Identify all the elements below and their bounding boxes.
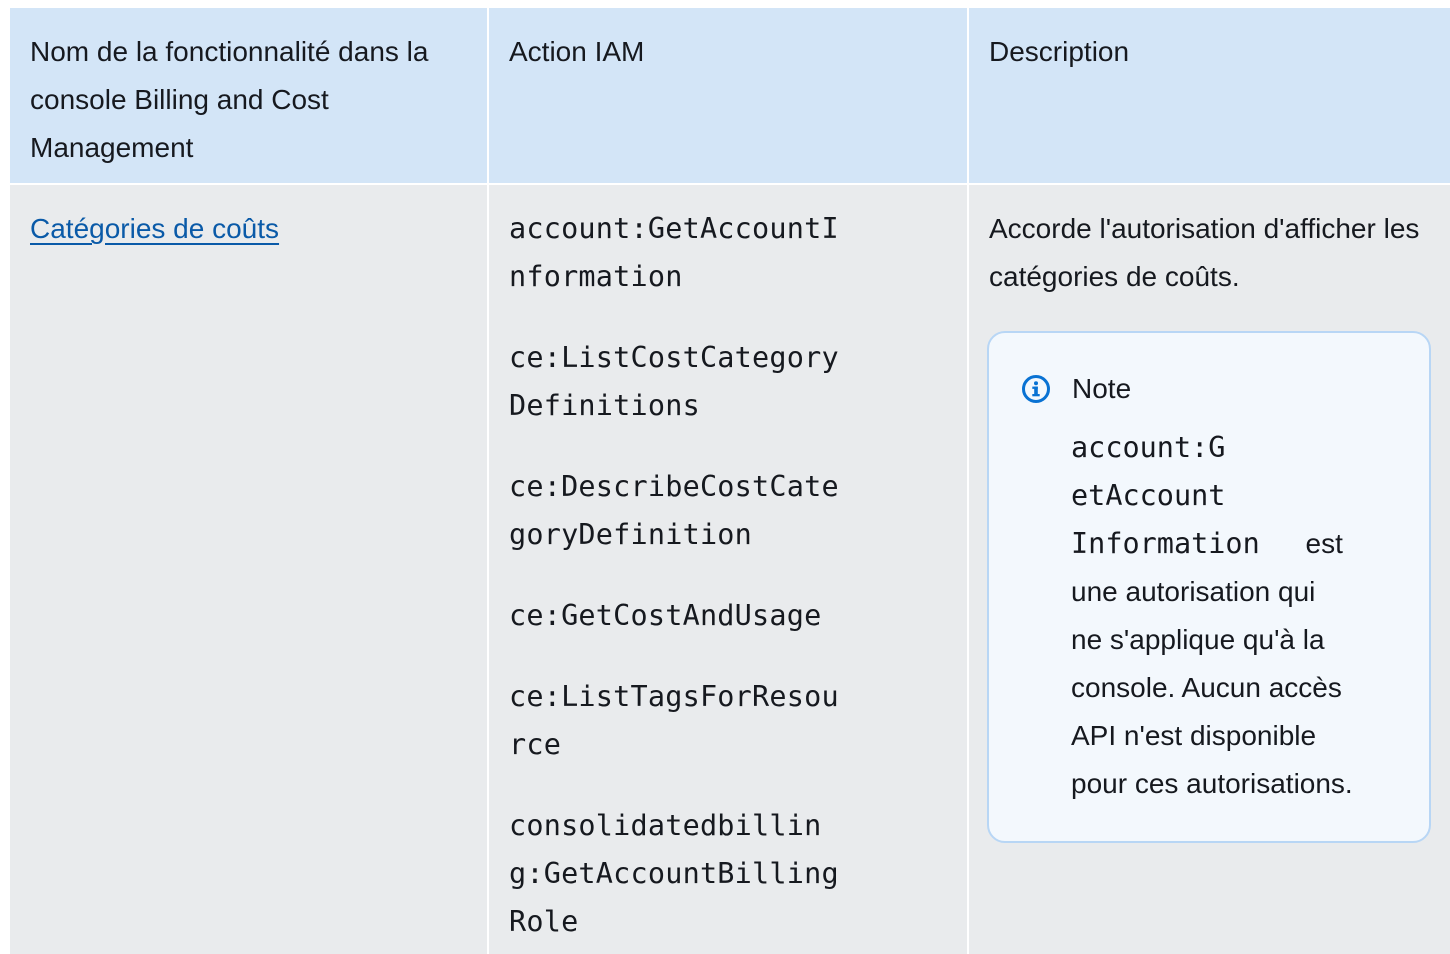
iam-action-item: ce:DescribeCostCategoryDefinition [509, 470, 839, 551]
description-text: Accorde l'autorisation d'afficher les ca… [989, 213, 1420, 292]
note-box: Note account:G etAccount Information est… [987, 331, 1431, 843]
note-text-line: est [1305, 528, 1343, 559]
table-header-feature: Nom de la fonctionnalité dans la console… [10, 8, 489, 185]
header-description-label: Description [989, 36, 1130, 67]
note-text-line: une autorisation qui [1071, 576, 1316, 607]
note-body: account:G etAccount Information est une … [1071, 424, 1391, 808]
note-mixed-line: Information est [1071, 520, 1391, 568]
note-text-line: ne s'applique qu'à la [1071, 624, 1325, 655]
note-text-line: console. Aucun accès [1071, 672, 1342, 703]
note-title: Note [1072, 373, 1132, 404]
note-header: Note [1021, 369, 1131, 409]
table-cell-feature: Catégories de coûts [10, 185, 489, 954]
table-header-iam-action: Action IAM [489, 8, 969, 185]
table-header-description: Description [969, 8, 1450, 185]
iam-action-item: consolidatedbilling:GetAccountBillingRol… [509, 809, 839, 938]
cost-categories-link[interactable]: Catégories de coûts [30, 213, 279, 244]
iam-action-item: ce:ListCostCategoryDefinitions [509, 341, 839, 422]
note-code-line: etAccount [1071, 479, 1226, 512]
note-code-line: account:G [1071, 431, 1226, 464]
iam-action-item: ce:ListTagsForResource [509, 680, 839, 761]
note-text-line: pour ces autorisations. [1071, 768, 1353, 799]
iam-action-item: account:GetAccountInformation [509, 212, 839, 293]
info-circle-icon [1021, 374, 1051, 404]
header-iam-action-label: Action IAM [509, 36, 645, 67]
iam-action-item: ce:GetCostAndUsage [509, 599, 822, 632]
note-text-line: API n'est disponible [1071, 720, 1317, 751]
header-feature-label: Nom de la fonctionnalité dans la console… [30, 36, 429, 163]
table-cell-actions: account:GetAccountInformation ce:ListCos… [489, 185, 969, 954]
note-code-line: Information [1071, 527, 1260, 560]
